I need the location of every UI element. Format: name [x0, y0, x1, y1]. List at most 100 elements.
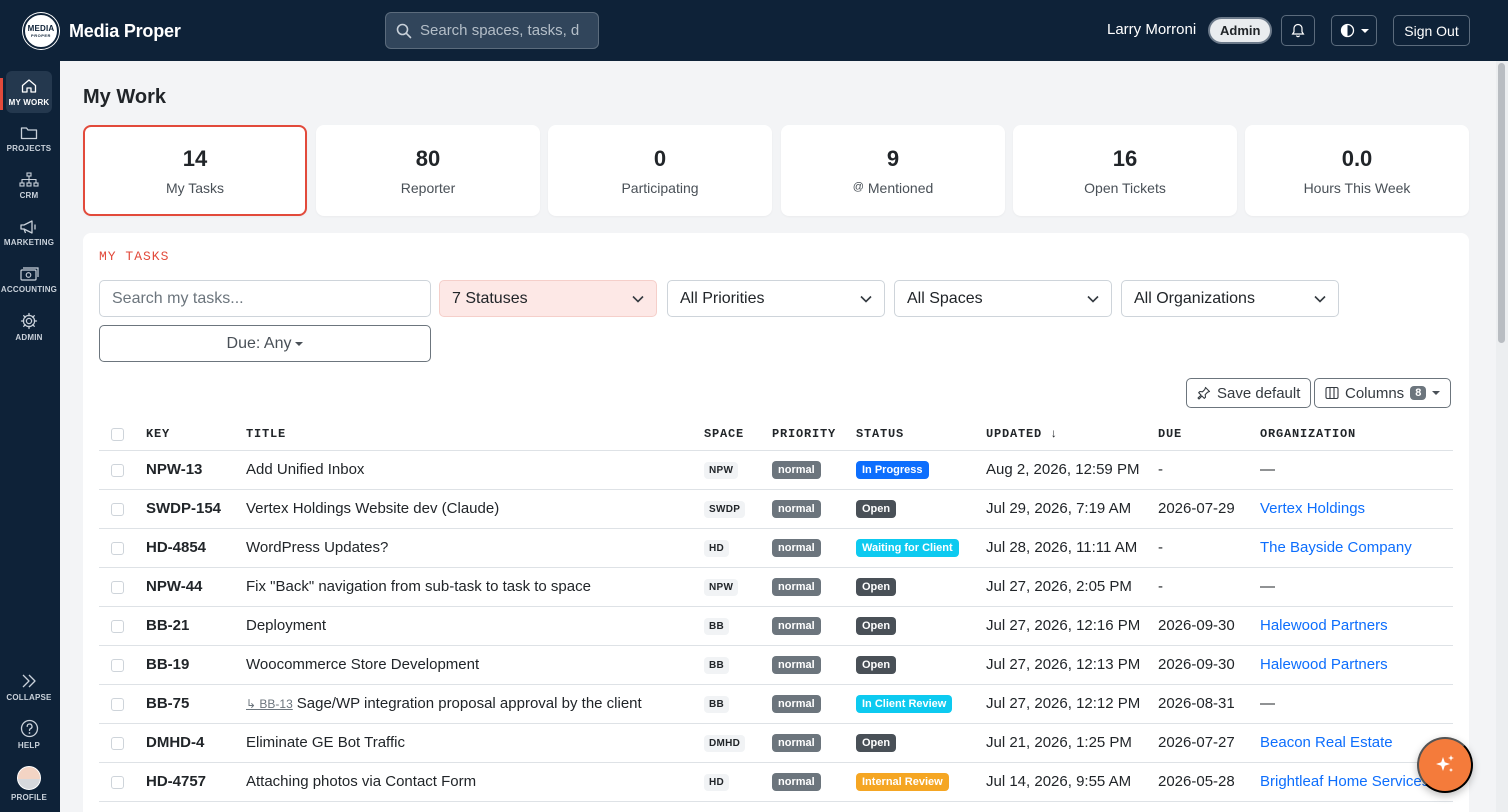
theme-toggle-button[interactable]	[1331, 15, 1377, 46]
table-row[interactable]: BB-21 Deployment BB normal Open Jul 27, 2026,…	[99, 606, 1453, 646]
task-key[interactable]: NPW-13	[146, 461, 202, 478]
organization-link[interactable]: Beacon Real Estate	[1260, 734, 1393, 751]
ai-assistant-button[interactable]	[1417, 737, 1473, 793]
space-filter-select[interactable]: All Spaces	[894, 280, 1112, 317]
task-key[interactable]: HD-4757	[146, 773, 206, 790]
task-title[interactable]: WordPress Updates?	[246, 539, 388, 556]
table-row[interactable]: DMHD-4 Eliminate GE Bot Traffic DMHD normal…	[99, 723, 1453, 763]
task-key[interactable]: BB-75	[146, 695, 189, 712]
row-checkbox[interactable]	[111, 502, 124, 516]
organization-link[interactable]: Halewood Partners	[1260, 617, 1388, 634]
row-checkbox[interactable]	[111, 697, 124, 711]
priority-badge: normal	[772, 500, 821, 518]
task-key[interactable]: BB-21	[146, 617, 189, 634]
table-row[interactable]: BB-19 Woocommerce Store Development BB norm…	[99, 645, 1453, 685]
table-row[interactable]: NPW-13 Add Unified Inbox NPW normal In Progr…	[99, 450, 1453, 490]
sign-out-button[interactable]: Sign Out	[1393, 15, 1470, 46]
task-search-input[interactable]	[99, 280, 431, 317]
column-header-due[interactable]: DUE	[1158, 419, 1260, 451]
global-search-input[interactable]	[420, 22, 580, 39]
updated-date: Jul 28, 2026, 11:11 AM	[986, 539, 1138, 556]
stat-label: Open Tickets	[1084, 179, 1166, 196]
task-title[interactable]: Deployment	[246, 617, 326, 634]
space-badge: DMHD	[704, 735, 746, 752]
organization-link[interactable]: Brightleaf Home Services	[1260, 773, 1429, 790]
columns-button[interactable]: Columns 8	[1314, 378, 1452, 408]
sidebar-item-crm[interactable]: CRM	[6, 165, 52, 207]
task-key[interactable]: NPW-44	[146, 578, 202, 595]
stat-card-participating[interactable]: 0 Participating	[548, 125, 772, 216]
row-checkbox[interactable]	[111, 619, 124, 633]
table-row[interactable]: BB-75 ↳ BB-13 Sage/WP integration proposal…	[99, 684, 1453, 724]
role-badge: Admin	[1208, 17, 1273, 44]
space-badge: NPW	[704, 462, 739, 479]
table-row[interactable]: HD-4757 Attaching photos via Contact Form…	[99, 762, 1453, 802]
task-title[interactable]: Fix "Back" navigation from sub-task to t…	[246, 578, 591, 595]
sidebar-item-projects[interactable]: PROJECTS	[6, 118, 52, 160]
column-header-updated[interactable]: UPDATED ↓	[986, 419, 1158, 451]
sidebar-item-accounting[interactable]: ACCOUNTING	[1, 259, 57, 301]
task-key[interactable]: SWDP-154	[146, 500, 221, 517]
sitemap-icon	[19, 172, 39, 187]
task-title[interactable]: Woocommerce Store Development	[246, 656, 479, 673]
table-row[interactable]: NPW-44 Fix "Back" navigation from sub-tas…	[99, 567, 1453, 607]
task-title[interactable]: Attaching photos via Contact Form	[246, 773, 476, 790]
stat-card-hours-this-week[interactable]: 0.0 Hours This Week	[1245, 125, 1469, 216]
tasks-table: KEY TITLE SPACE PRIORITY STATUS UPDATED …	[99, 419, 1453, 802]
task-key[interactable]: HD-4854	[146, 539, 206, 556]
select-all-checkbox[interactable]	[111, 427, 124, 441]
sidebar-item-marketing[interactable]: MARKETING	[4, 212, 54, 254]
sidebar-item-admin[interactable]: ADMIN	[6, 306, 52, 348]
global-search[interactable]	[385, 12, 599, 49]
row-checkbox[interactable]	[111, 463, 124, 477]
task-title[interactable]: Sage/WP integration proposal approval by…	[297, 695, 642, 712]
priority-filter-select[interactable]: All Priorities	[667, 280, 885, 317]
organization-filter-value: All Organizations	[1134, 289, 1255, 307]
organization-link[interactable]: Vertex Holdings	[1260, 500, 1365, 517]
column-header-priority[interactable]: PRIORITY	[772, 419, 856, 451]
save-default-button[interactable]: Save default	[1186, 378, 1312, 408]
status-filter-select[interactable]: 7 Statuses	[439, 280, 657, 317]
row-checkbox[interactable]	[111, 580, 124, 594]
row-checkbox[interactable]	[111, 736, 124, 750]
organization-filter-select[interactable]: All Organizations	[1121, 280, 1339, 317]
column-header-status[interactable]: STATUS	[856, 419, 986, 451]
columns-count-badge: 8	[1410, 386, 1427, 400]
parent-task-link[interactable]: ↳ BB-13	[246, 697, 293, 711]
column-header-organization[interactable]: ORGANIZATION	[1260, 419, 1453, 451]
task-title[interactable]: Eliminate GE Bot Traffic	[246, 734, 405, 751]
column-header-key[interactable]: KEY	[146, 419, 246, 451]
column-header-space[interactable]: SPACE	[704, 419, 772, 451]
stat-card-mentioned[interactable]: 9 @ Mentioned	[781, 125, 1005, 216]
row-checkbox[interactable]	[111, 775, 124, 789]
task-title[interactable]: Add Unified Inbox	[246, 461, 364, 478]
space-filter-value: All Spaces	[907, 289, 983, 307]
sidebar-profile-button[interactable]: PROFILE	[6, 760, 52, 808]
row-checkbox[interactable]	[111, 658, 124, 672]
scrollbar-thumb[interactable]	[1498, 63, 1505, 343]
task-key[interactable]: DMHD-4	[146, 734, 204, 751]
sidebar-collapse-button[interactable]: COLLAPSE	[6, 666, 52, 708]
space-badge: HD	[704, 540, 730, 557]
sidebar-item-label: CRM	[19, 191, 39, 200]
due-filter-button[interactable]: Due: Any	[99, 325, 431, 362]
notifications-button[interactable]	[1281, 15, 1315, 46]
table-row[interactable]: SWDP-154 Vertex Holdings Website dev (Cla…	[99, 489, 1453, 529]
table-header-row: KEY TITLE SPACE PRIORITY STATUS UPDATED …	[99, 419, 1453, 451]
stat-card-open-tickets[interactable]: 16 Open Tickets	[1013, 125, 1237, 216]
organization-link[interactable]: Halewood Partners	[1260, 656, 1388, 673]
table-row[interactable]: HD-4854 WordPress Updates? HD normal Waiting…	[99, 528, 1453, 568]
organization-link[interactable]: The Bayside Company	[1260, 539, 1412, 556]
sidebar-help-button[interactable]: HELP	[6, 713, 52, 755]
column-header-title[interactable]: TITLE	[246, 419, 704, 451]
logo-text: MEDIA	[27, 23, 55, 33]
brand[interactable]: MEDIA PROPER Media Proper	[23, 13, 181, 49]
row-checkbox[interactable]	[111, 541, 124, 555]
sidebar-item-label: PROFILE	[10, 793, 48, 802]
task-title[interactable]: Vertex Holdings Website dev (Claude)	[246, 500, 499, 517]
sidebar-item-my-work[interactable]: MY WORK	[6, 71, 52, 113]
stat-card-reporter[interactable]: 80 Reporter	[316, 125, 540, 216]
task-key[interactable]: BB-19	[146, 656, 189, 673]
page-scrollbar[interactable]	[1496, 61, 1508, 812]
stat-card-my-tasks[interactable]: 14 My Tasks	[83, 125, 307, 216]
